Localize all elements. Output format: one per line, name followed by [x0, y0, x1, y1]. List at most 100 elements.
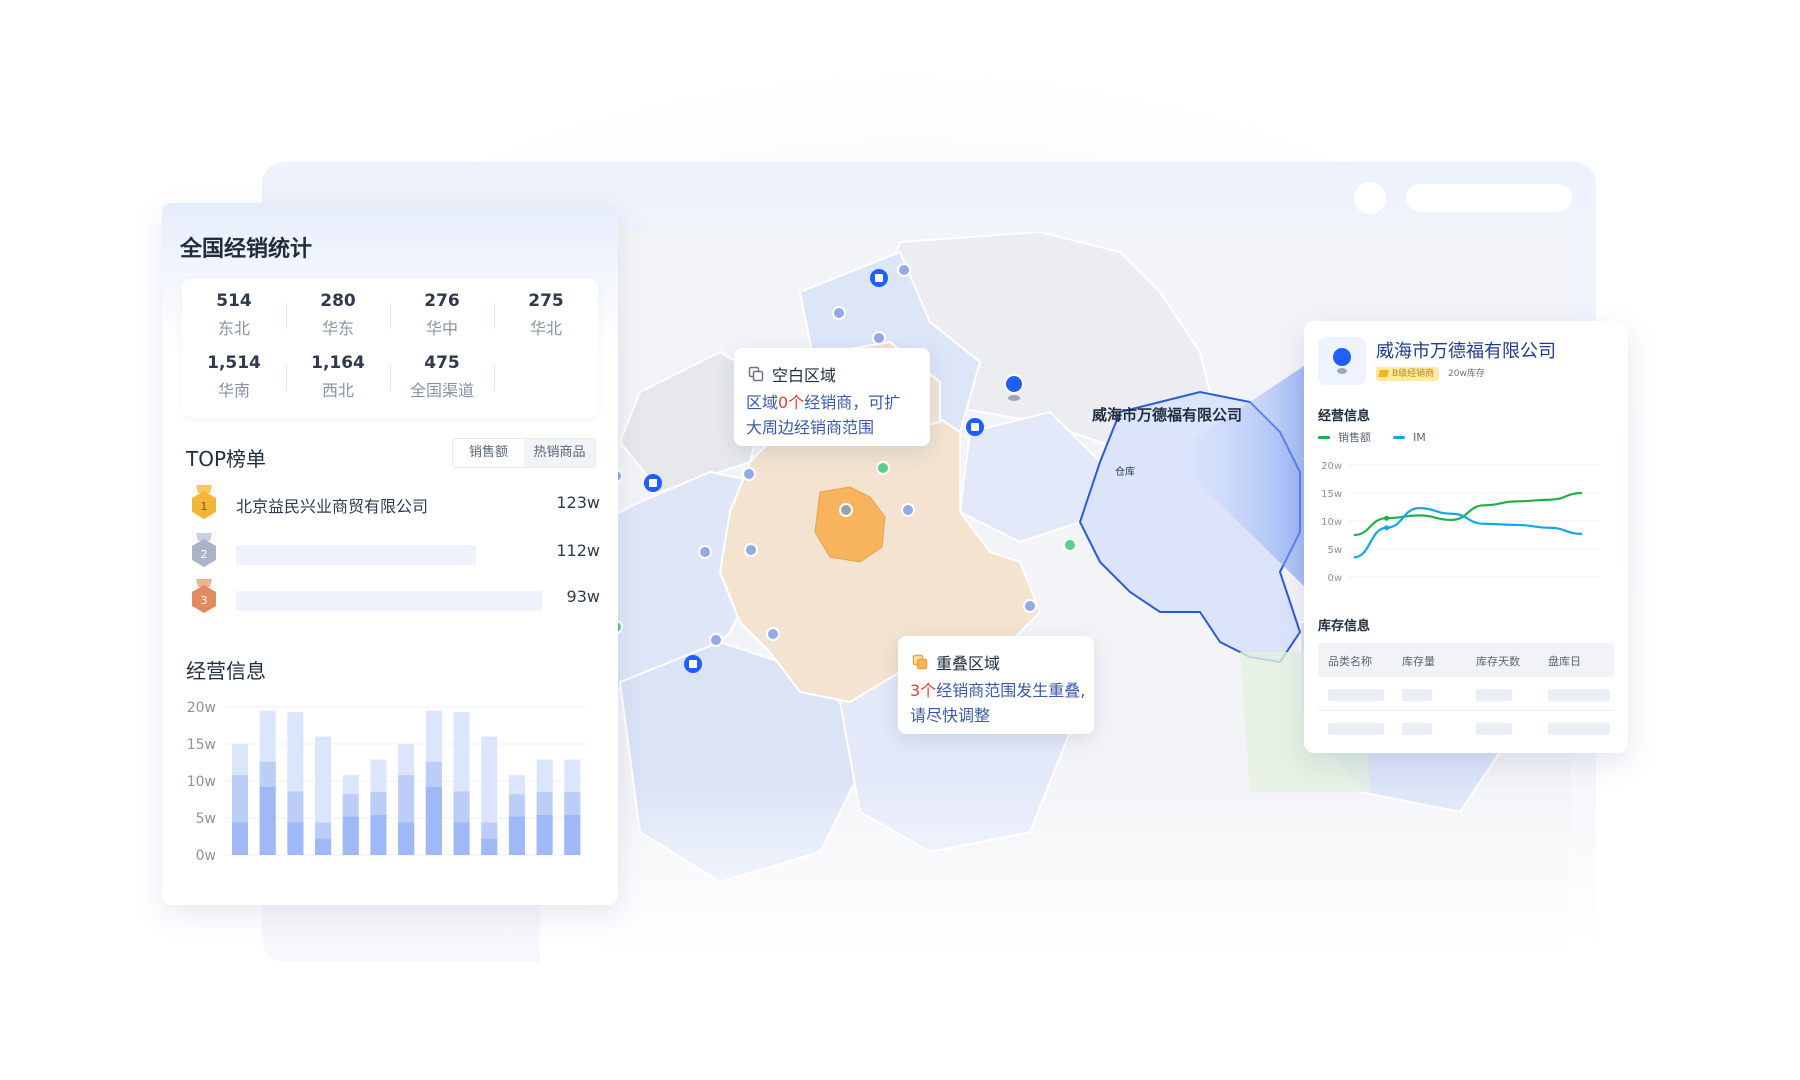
map-dot [744, 543, 758, 557]
y-tick-label: 15w [187, 737, 216, 753]
tab-sales[interactable]: 销售额 [453, 439, 524, 467]
stat-label: 全国渠道 [409, 381, 474, 400]
ranking-item[interactable]: 1 北京益民兴业商贸有限公司 123w [186, 485, 602, 525]
tooltip-overlap-header: 重叠区域 [912, 650, 1000, 674]
stat-item: 280 华东 [286, 291, 390, 339]
stock-tag: 20w库存 [1448, 369, 1485, 379]
tooltip-blank-count: 0个 [778, 393, 805, 412]
business-info-title: 经营信息 [186, 659, 266, 683]
stat-label: 华北 [529, 319, 562, 338]
stat-item: 475 全国渠道 [390, 353, 494, 401]
table-row[interactable] [1318, 711, 1614, 745]
bar [398, 822, 415, 855]
ranking-value: 93w [566, 587, 600, 606]
tooltip-overlap-count: 3个 [910, 681, 937, 700]
table-cell-placeholder [1402, 689, 1432, 701]
bar [536, 815, 553, 855]
map-dot [742, 467, 756, 481]
bar [315, 838, 332, 855]
map-warehouse-label: 仓库 [1115, 467, 1135, 478]
stat-value: 514 [216, 291, 252, 311]
stat-item: 275 华北 [494, 291, 598, 339]
series-line [1353, 507, 1583, 559]
y-tick-label: 20w [1321, 461, 1342, 472]
ranking-placeholder-bar [236, 545, 476, 565]
map-dot [839, 503, 853, 517]
bar [453, 822, 470, 855]
location-pin-icon [1333, 348, 1351, 366]
tooltip-blank-title: 空白区域 [772, 366, 837, 385]
y-tick-label: 0w [1327, 573, 1342, 584]
divider [286, 365, 287, 391]
stat-value: 1,164 [311, 353, 365, 373]
col-category: 品类名称 [1328, 655, 1372, 668]
warehouse-icon [966, 418, 984, 436]
stage: 威海市万德福有限公司 仓库 空白区域 区域0个经销商，可扩 大周边经销商范围 重… [0, 0, 1800, 1080]
stat-label: 华南 [217, 381, 250, 400]
stat-value: 475 [424, 353, 460, 373]
ranking-item[interactable]: 3 93w [186, 579, 602, 619]
stat-label: 华东 [321, 319, 354, 338]
col-days: 库存天数 [1476, 655, 1520, 668]
tooltip-overlap-area: 重叠区域 3个经销商范围发生重叠, 请尽快调整 [898, 636, 1094, 734]
gold-medal-icon: 1 [192, 485, 216, 519]
business-info-title: 经营信息 [1318, 409, 1371, 424]
medal-rank: 3 [201, 594, 208, 607]
national-stats-panel: 全国经销统计 514 东北 280 华东 276 华中 275 华北 1,514 华南 1… [162, 203, 618, 905]
tooltip-overlap-text: 请尽快调整 [910, 706, 991, 725]
tooltip-blank-text: 大周边经销商范围 [746, 418, 875, 437]
overlap-icon [912, 654, 928, 670]
ranking-value: 123w [556, 493, 600, 512]
divider [390, 365, 391, 391]
table-cell-placeholder [1402, 723, 1432, 735]
warehouse-icon [870, 269, 888, 287]
y-tick-label: 10w [187, 774, 216, 790]
stat-item: 276 华中 [390, 291, 494, 339]
avatar[interactable] [1354, 182, 1386, 214]
ranking-name: 北京益民兴业商贸有限公司 [236, 497, 429, 516]
map-dot [832, 306, 846, 320]
stat-label: 东北 [217, 319, 250, 338]
legend-swatch [1393, 435, 1405, 439]
tab-hot-products[interactable]: 热销商品 [524, 439, 595, 467]
ranking-tabs: 销售额 热销商品 [452, 438, 596, 468]
table-cell-placeholder [1548, 689, 1610, 701]
tooltip-blank-area: 空白区域 区域0个经销商，可扩 大周边经销商范围 [734, 348, 930, 446]
map-dot-green [1063, 538, 1077, 552]
tooltip-blank-header: 空白区域 [748, 362, 836, 386]
warehouse-icon [644, 474, 662, 492]
stock-table-header: 品类名称 库存量 库存天数 盘库日 [1318, 643, 1614, 677]
series-point [1384, 515, 1390, 521]
table-cell-placeholder [1548, 723, 1610, 735]
ranking-item[interactable]: 2 112w [186, 533, 602, 573]
table-row[interactable] [1318, 677, 1614, 711]
stat-value: 275 [528, 291, 564, 311]
legend-sales: 销售额 [1338, 431, 1371, 444]
bar [481, 838, 498, 855]
y-tick-label: 5w [1327, 545, 1342, 556]
business-bar-chart: 20w 15w 10w 5w 0w [187, 700, 586, 864]
bar [259, 786, 276, 855]
map-fade [540, 780, 1600, 980]
map-dot [897, 263, 911, 277]
stock-info-title: 库存信息 [1318, 619, 1371, 634]
col-check-date: 盘库日 [1548, 655, 1581, 668]
y-tick-label: 5w [196, 811, 216, 827]
table-cell-placeholder [1476, 689, 1512, 701]
bar [232, 822, 248, 855]
bar [564, 815, 581, 855]
company-detail-panel: 威海市万德福有限公司 B级经销商 20w库存 经营信息 销售额 IM 20w 15… [1304, 321, 1628, 753]
table-cell-placeholder [1476, 723, 1512, 735]
bar [287, 822, 304, 855]
stat-label: 西北 [321, 381, 354, 400]
y-tick-label: 0w [196, 848, 216, 864]
stat-item: 1,164 西北 [286, 353, 390, 401]
y-tick-label: 15w [1321, 489, 1342, 500]
y-tick-label: 20w [187, 700, 216, 716]
stat-value: 1,514 [207, 353, 261, 373]
tooltip-overlap-title: 重叠区域 [936, 654, 1001, 673]
address-bar[interactable] [1406, 184, 1572, 212]
stat-label: 华中 [425, 319, 458, 338]
map-dot [698, 545, 712, 559]
divider [494, 303, 495, 329]
